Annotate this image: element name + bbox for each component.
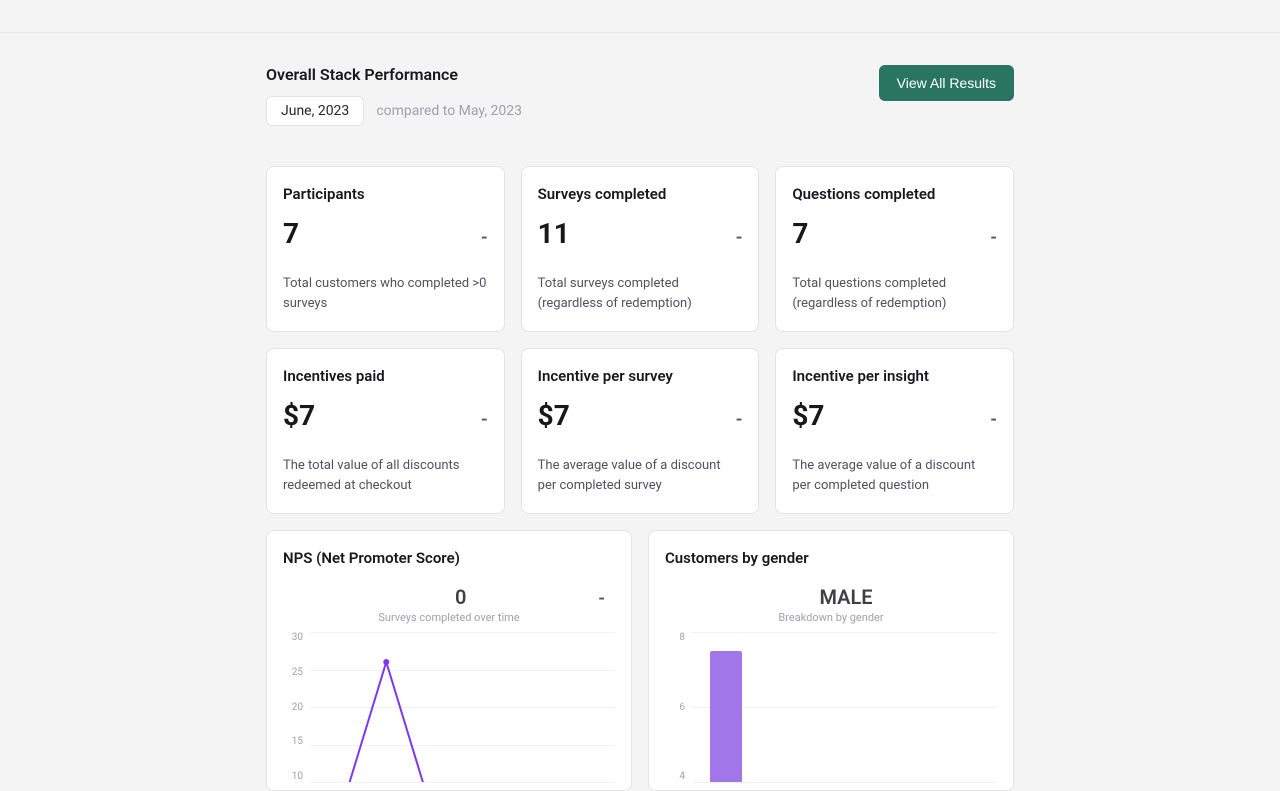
chart-headline-row: 0 - [283, 585, 615, 609]
metric-value: 11 [538, 217, 570, 250]
chart-title: Customers by gender [665, 549, 997, 567]
page-title: Overall Stack Performance [266, 65, 522, 84]
view-all-results-button[interactable]: View All Results [879, 65, 1014, 101]
metric-card-incentive-per-insight: Incentive per insight $7 - The average v… [775, 348, 1014, 514]
y-tick: 6 [679, 702, 685, 713]
chart-plot-gender: 8 6 4 [665, 632, 997, 782]
metric-value: $7 [283, 399, 315, 432]
y-tick: 4 [679, 771, 685, 782]
metric-description: The average value of a discount per comp… [538, 456, 743, 495]
metric-value: $7 [538, 399, 570, 432]
metrics-grid: Participants 7 - Total customers who com… [266, 166, 1014, 514]
metric-label: Participants [283, 185, 488, 203]
chart-headline-delta: - [598, 588, 605, 609]
plot-area [691, 632, 997, 782]
charts-row: NPS (Net Promoter Score) 0 - Surveys com… [266, 530, 1014, 791]
page-header: Overall Stack Performance June, 2023 com… [266, 65, 1014, 126]
metric-description: The total value of all discounts redeeme… [283, 456, 488, 495]
metric-card-surveys-completed: Surveys completed 11 - Total surveys com… [521, 166, 760, 332]
chart-subtitle: Surveys completed over time [283, 611, 615, 624]
metric-value: 7 [283, 217, 299, 250]
metric-delta: - [736, 227, 743, 248]
chart-headline-value: MALE [705, 585, 987, 609]
metric-card-questions-completed: Questions completed 7 - Total questions … [775, 166, 1014, 332]
metric-label: Incentive per survey [538, 367, 743, 385]
line-chart-svg [310, 632, 615, 782]
metric-description: The average value of a discount per comp… [792, 456, 997, 495]
y-tick: 25 [292, 667, 303, 678]
metric-value-row: 7 - [792, 217, 997, 250]
metric-label: Incentive per insight [792, 367, 997, 385]
metric-card-incentives-paid: Incentives paid $7 - The total value of … [266, 348, 505, 514]
metric-delta: - [990, 227, 997, 248]
y-axis: 30 25 20 15 10 [283, 632, 309, 782]
metric-label: Incentives paid [283, 367, 488, 385]
chart-card-gender: Customers by gender MALE Breakdown by ge… [648, 530, 1014, 791]
y-tick: 10 [292, 771, 303, 782]
metric-delta: - [990, 409, 997, 430]
period-selector[interactable]: June, 2023 [266, 96, 364, 126]
metric-description: Total customers who completed >0 surveys [283, 274, 488, 313]
y-tick: 20 [292, 702, 303, 713]
chart-headline-value: 0 [323, 585, 598, 609]
plot-area [309, 632, 615, 782]
metric-card-incentive-per-survey: Incentive per survey $7 - The average va… [521, 348, 760, 514]
metric-card-participants: Participants 7 - Total customers who com… [266, 166, 505, 332]
header-left: Overall Stack Performance June, 2023 com… [266, 65, 522, 126]
chart-title: NPS (Net Promoter Score) [283, 549, 615, 567]
period-row: June, 2023 compared to May, 2023 [266, 96, 522, 126]
metric-delta: - [481, 409, 488, 430]
bar-male [710, 651, 742, 782]
y-axis: 8 6 4 [665, 632, 691, 782]
metric-delta: - [736, 409, 743, 430]
y-tick: 30 [292, 632, 303, 643]
y-tick: 8 [679, 632, 685, 643]
metric-label: Surveys completed [538, 185, 743, 203]
chart-headline-row: MALE [665, 585, 997, 609]
metric-label: Questions completed [792, 185, 997, 203]
chart-card-nps: NPS (Net Promoter Score) 0 - Surveys com… [266, 530, 632, 791]
chart-plot-nps: 30 25 20 15 10 [283, 632, 615, 782]
y-tick: 15 [292, 736, 303, 747]
metric-value-row: $7 - [283, 399, 488, 432]
metric-value-row: $7 - [792, 399, 997, 432]
bars-container [692, 632, 997, 782]
page-container: Overall Stack Performance June, 2023 com… [266, 33, 1014, 791]
metric-description: Total questions completed (regardless of… [792, 274, 997, 313]
top-bar [0, 0, 1280, 33]
metric-description: Total surveys completed (regardless of r… [538, 274, 743, 313]
metric-value: $7 [792, 399, 824, 432]
chart-subtitle: Breakdown by gender [665, 611, 997, 624]
metric-delta: - [481, 227, 488, 248]
metric-value-row: 7 - [283, 217, 488, 250]
metric-value-row: 11 - [538, 217, 743, 250]
metric-value-row: $7 - [538, 399, 743, 432]
metric-value: 7 [792, 217, 808, 250]
compared-to-text: compared to May, 2023 [376, 103, 522, 119]
